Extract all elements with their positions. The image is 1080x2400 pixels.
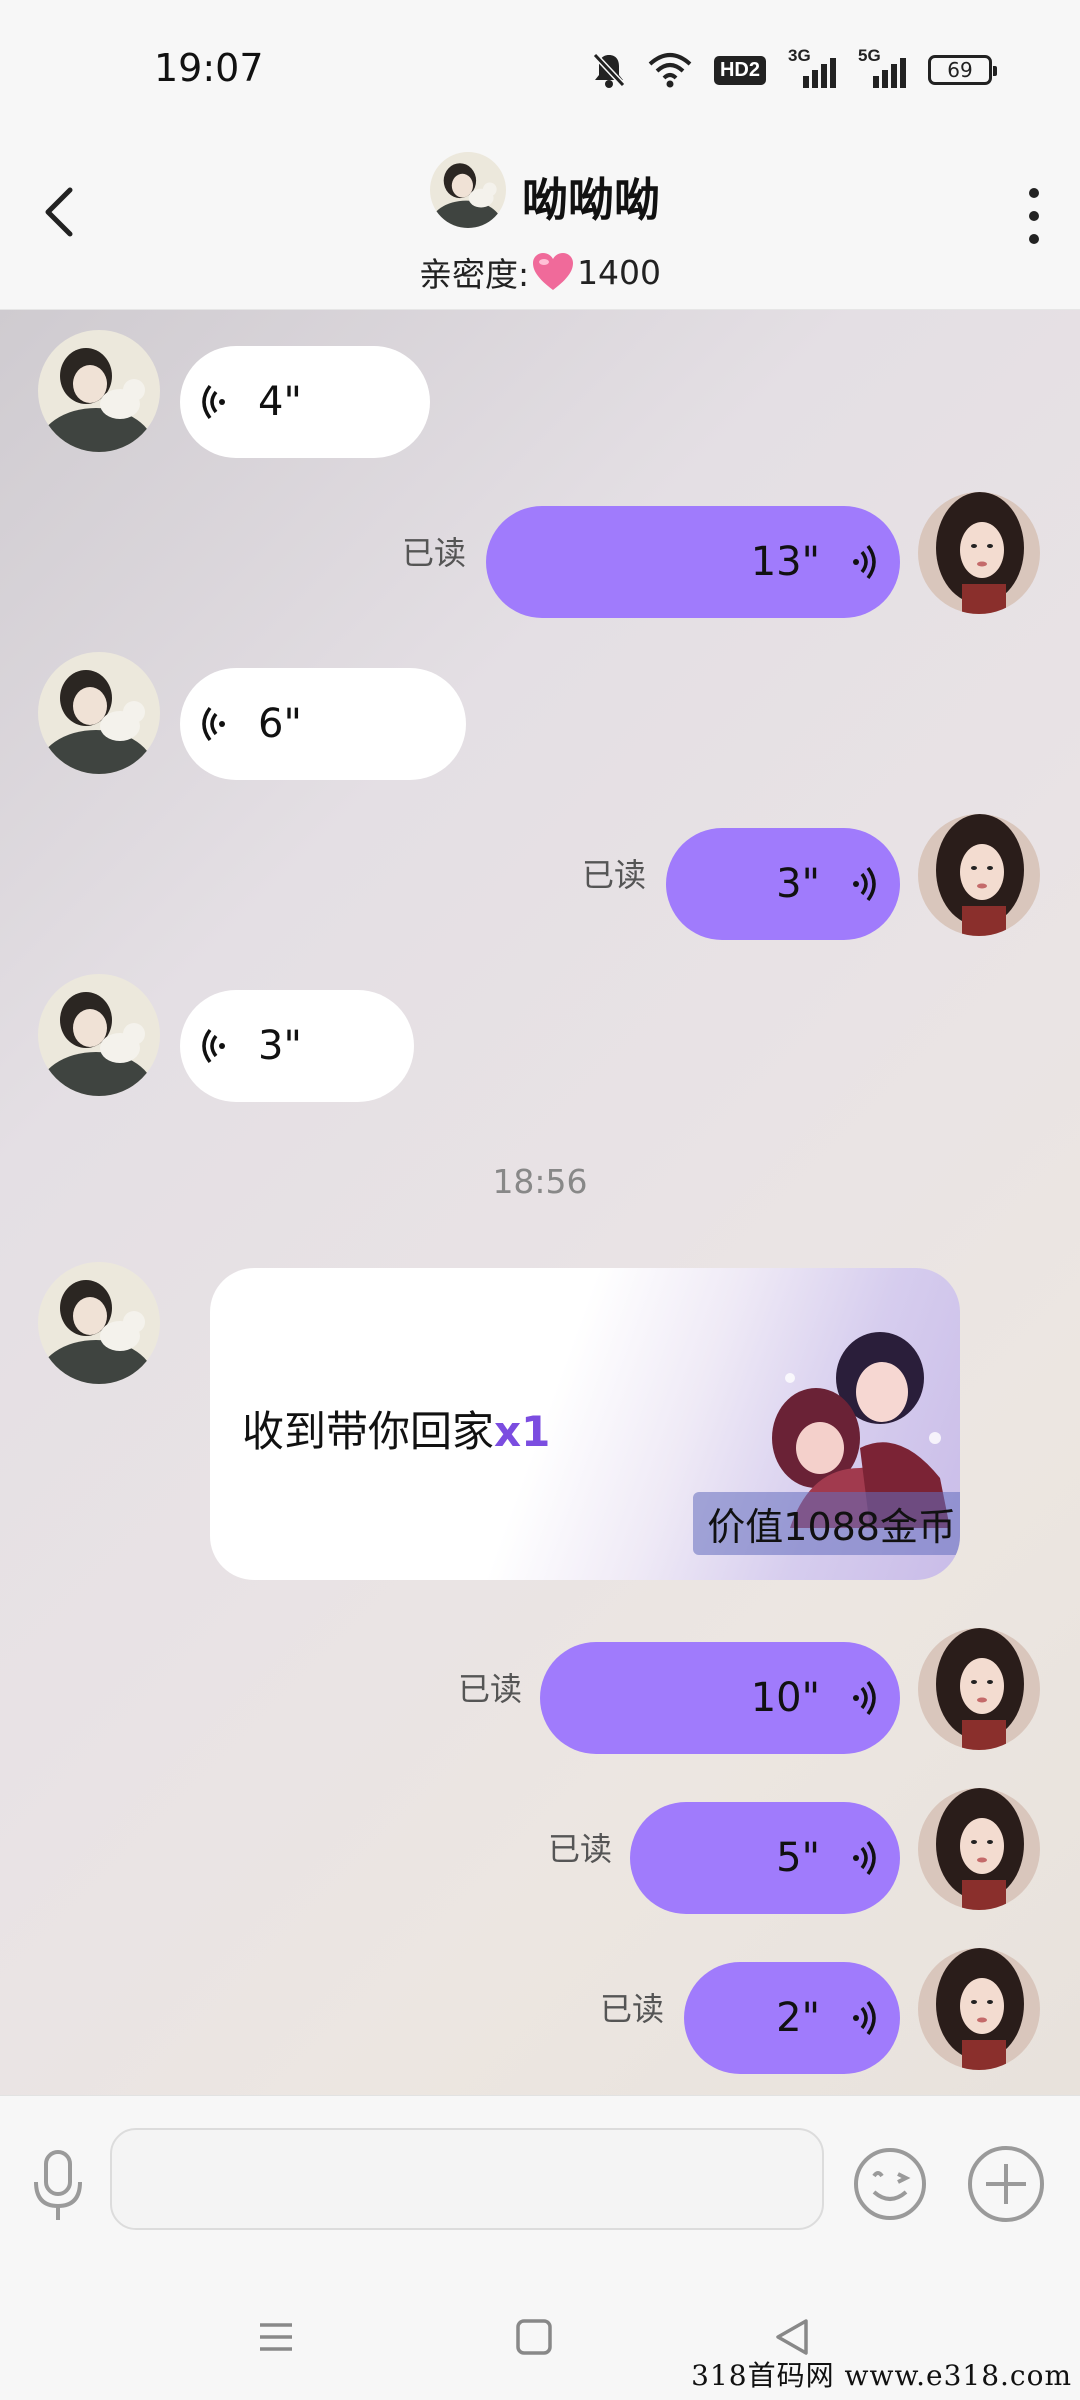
chat-message-list[interactable]: 4" 已读 13" 6" 已读 3" 3" 18:56 收到带你回家x1 价值1… — [0, 310, 1080, 2095]
intimacy-value: 1400 — [577, 252, 662, 292]
menu-icon — [260, 2323, 292, 2351]
voice-message-bubble[interactable]: 4" — [180, 346, 430, 458]
voice-duration: 10" — [750, 1675, 820, 1721]
voice-duration: 3" — [258, 1023, 302, 1069]
voice-wave-icon — [842, 542, 878, 582]
more-actions-button[interactable] — [966, 2144, 1046, 2224]
voice-duration: 3" — [776, 861, 820, 907]
battery-level: 69 — [947, 58, 973, 82]
intimacy-row: 亲密度: 1400 — [0, 248, 1080, 296]
voice-wave-icon — [842, 1678, 878, 1718]
watermark-text: 318首码网 www.e318.com — [691, 2359, 1072, 2392]
my-avatar[interactable] — [918, 492, 1040, 614]
input-bar — [0, 2095, 1080, 2275]
my-avatar[interactable] — [918, 1628, 1040, 1750]
heart-icon — [531, 252, 575, 292]
bell-off-icon — [592, 51, 626, 89]
read-status: 已读 — [548, 1830, 613, 1868]
voice-message-bubble[interactable]: 6" — [180, 668, 466, 780]
voice-wave-icon — [200, 382, 236, 422]
voice-wave-icon — [200, 704, 236, 744]
my-avatar[interactable] — [918, 814, 1040, 936]
voice-duration: 2" — [776, 1995, 820, 2041]
voice-message-bubble[interactable]: 3" — [666, 828, 900, 940]
hd-icon: HD2 — [713, 55, 766, 85]
gift-text: 收到带你回家 — [242, 1407, 495, 1456]
signal-icon-3g: 3G — [788, 46, 836, 90]
intimacy-label: 亲密度: — [418, 255, 530, 294]
contact-avatar[interactable] — [38, 974, 160, 1096]
battery-icon: 69 — [928, 55, 997, 85]
read-status: 已读 — [582, 856, 647, 894]
my-avatar[interactable] — [918, 1788, 1040, 1910]
back-icon — [45, 187, 73, 237]
voice-message-bubble[interactable]: 13" — [486, 506, 900, 618]
voice-wave-icon — [842, 864, 878, 904]
voice-duration: 4" — [258, 379, 302, 425]
emoji-button[interactable] — [852, 2146, 928, 2222]
chat-header: 呦呦呦 亲密度: 1400 — [0, 140, 1080, 310]
contact-avatar[interactable] — [38, 1262, 160, 1384]
contact-avatar[interactable] — [38, 330, 160, 452]
read-status: 已读 — [402, 534, 467, 572]
read-status: 已读 — [600, 1990, 665, 2028]
contact-avatar[interactable] — [38, 652, 160, 774]
voice-wave-icon — [842, 1998, 878, 2038]
wifi-icon — [648, 52, 692, 88]
voice-message-bubble[interactable]: 2" — [684, 1962, 900, 2074]
status-time: 19:07 — [154, 46, 264, 90]
time-divider: 18:56 — [492, 1162, 588, 1201]
system-nav-bar: 318首码网 www.e318.com — [0, 2275, 1080, 2400]
gift-message-card[interactable]: 收到带你回家x1 价值1088金币 — [210, 1268, 960, 1580]
microphone-icon — [34, 2150, 82, 2220]
voice-duration: 13" — [750, 539, 820, 585]
voice-duration: 5" — [776, 1835, 820, 1881]
voice-duration: 6" — [258, 701, 302, 747]
gift-value: 价值1088金币 — [693, 1492, 960, 1555]
status-bar: 19:07 HD2 3G 5G 69 — [0, 0, 1080, 140]
emoji-icon — [854, 2148, 926, 2220]
more-icon — [1029, 188, 1039, 198]
voice-message-bubble[interactable]: 5" — [630, 1802, 900, 1914]
more-options-button[interactable] — [1022, 188, 1046, 244]
message-input[interactable] — [110, 2128, 824, 2230]
voice-input-button[interactable] — [30, 2148, 86, 2224]
gift-quantity: x1 — [494, 1407, 551, 1456]
back-button[interactable] — [36, 182, 84, 242]
status-icons: HD2 3G 5G 69 — [592, 46, 997, 92]
plus-icon — [968, 2146, 1044, 2222]
my-avatar[interactable] — [918, 1948, 1040, 2070]
read-status: 已读 — [458, 1670, 523, 1708]
signal-icon-5g: 5G — [858, 46, 906, 90]
contact-avatar[interactable] — [430, 152, 506, 228]
home-button[interactable] — [510, 2313, 558, 2361]
home-square-icon — [516, 2319, 552, 2355]
voice-wave-icon — [842, 1838, 878, 1878]
recent-apps-button[interactable] — [252, 2313, 300, 2361]
voice-message-bubble[interactable]: 3" — [180, 990, 414, 1102]
gift-text-line: 收到带你回家x1 — [242, 1398, 550, 1459]
voice-wave-icon — [200, 1026, 236, 1066]
contact-name: 呦呦呦 — [522, 173, 660, 227]
voice-message-bubble[interactable]: 10" — [540, 1642, 900, 1754]
